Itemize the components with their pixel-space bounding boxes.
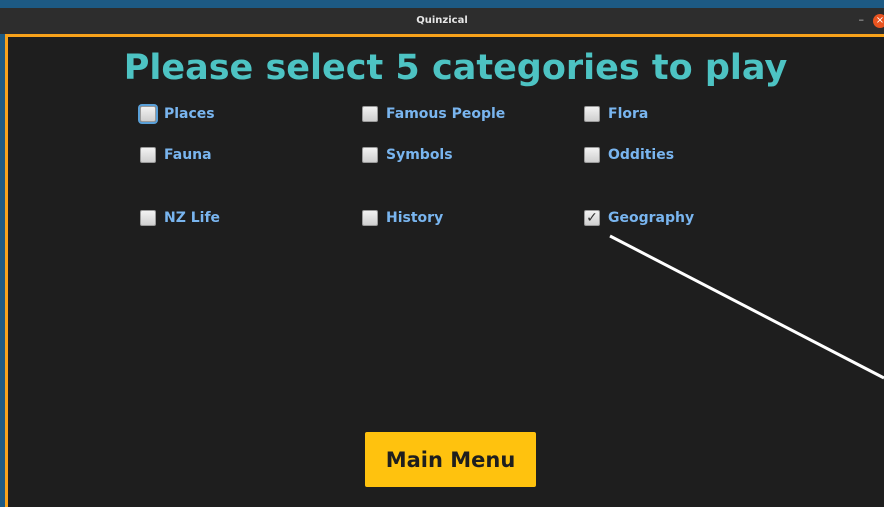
checkbox-label: Flora [608, 106, 649, 122]
window-title: Quinzical [416, 15, 468, 26]
checkbox-icon[interactable] [140, 210, 156, 226]
category-checkbox-history[interactable]: History [362, 210, 443, 226]
main-menu-button[interactable]: Main Menu [365, 432, 536, 487]
checkbox-label: Places [164, 106, 215, 122]
page-title: Please select 5 categories to play [123, 48, 788, 88]
checkbox-icon[interactable] [362, 147, 378, 163]
minimize-icon[interactable]: – [859, 8, 865, 32]
checkbox-label: Oddities [608, 147, 675, 163]
checkbox-label: Geography [608, 210, 695, 226]
checkbox-label: Famous People [386, 106, 506, 122]
category-checkbox-places[interactable]: Places [140, 106, 215, 122]
checkbox-icon[interactable] [362, 210, 378, 226]
checkbox-label: Fauna [164, 147, 212, 163]
category-selection-screen: Please select 5 categories to play Place… [5, 34, 884, 507]
checkbox-icon[interactable] [584, 106, 600, 122]
category-checkbox-nz-life[interactable]: NZ Life [140, 210, 220, 226]
checkbox-icon[interactable] [584, 147, 600, 163]
checkbox-checked-icon[interactable]: ✓ [584, 210, 600, 226]
category-checkbox-oddities[interactable]: Oddities [584, 147, 674, 163]
category-checkbox-symbols[interactable]: Symbols [362, 147, 453, 163]
checkbox-icon[interactable] [140, 147, 156, 163]
checkbox-label: Symbols [386, 147, 453, 163]
checkbox-icon[interactable] [140, 106, 156, 122]
checkbox-label: NZ Life [164, 210, 221, 226]
close-icon[interactable]: × [873, 14, 884, 28]
category-checkbox-flora[interactable]: Flora [584, 106, 648, 122]
checkbox-icon[interactable] [362, 106, 378, 122]
category-checkbox-fauna[interactable]: Fauna [140, 147, 212, 163]
checkbox-label: History [386, 210, 444, 226]
window-titlebar[interactable]: Quinzical – × [0, 8, 884, 34]
category-checkbox-geography[interactable]: ✓ Geography [584, 210, 694, 226]
category-checkbox-famous-people[interactable]: Famous People [362, 106, 505, 122]
